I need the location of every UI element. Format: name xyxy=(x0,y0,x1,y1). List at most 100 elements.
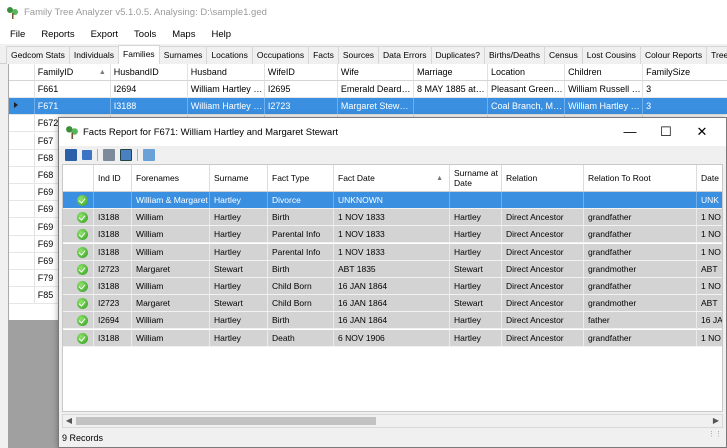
column-header-wifeid[interactable]: WifeID xyxy=(265,64,338,80)
tab-families[interactable]: Families xyxy=(118,45,160,64)
tab-surnames[interactable]: Surnames xyxy=(158,46,208,64)
table-cell xyxy=(502,192,584,208)
column-header-relation-to-root[interactable]: Relation To Root xyxy=(584,165,697,191)
menu-export[interactable]: Export xyxy=(91,29,118,40)
tab-treetops[interactable]: Treetops xyxy=(706,46,727,64)
table-cell: 1 NOV 1833 xyxy=(334,226,450,243)
close-button[interactable]: ✕ xyxy=(684,118,720,146)
table-cell: Parental Info xyxy=(268,226,334,243)
table-cell: William Hartley (b... xyxy=(565,98,644,115)
fact-row[interactable]: I2694 William Hartley Birth 16 JAN 1864 Hartl… xyxy=(63,312,722,330)
tab-duplicates[interactable]: Duplicates? xyxy=(430,46,485,64)
table-cell: grandfather xyxy=(584,243,697,260)
table-row[interactable]: F661 I2694 William Hartley (b... I2695 Emera… xyxy=(9,81,727,98)
tab-occupations[interactable]: Occupations xyxy=(251,46,310,64)
table-row[interactable]: F671 I3188 William Hartley (b... I2723 Marga… xyxy=(9,98,727,116)
tab-census[interactable]: Census xyxy=(543,46,583,64)
table-cell: Hartley xyxy=(450,312,502,329)
row-header[interactable] xyxy=(9,115,35,132)
table-cell: Pleasant Green, ... xyxy=(488,81,566,97)
table-cell xyxy=(414,98,489,115)
fact-row[interactable]: I3188 William Hartley Birth 1 NOV 1833 Hartle… xyxy=(63,209,722,227)
save-excel-icon[interactable] xyxy=(82,150,92,160)
column-header-date[interactable]: Date xyxy=(697,165,722,191)
column-header-ind-id[interactable]: Ind ID xyxy=(94,165,132,191)
fact-row[interactable]: William & Margaret Hartley Divorce UNKNOWN U… xyxy=(63,192,722,209)
column-header-husbandid[interactable]: HusbandID xyxy=(111,64,188,80)
column-header-wife[interactable]: Wife xyxy=(338,64,414,80)
fact-row[interactable]: I3188 William Hartley Child Born 16 JAN 1864… xyxy=(63,278,722,295)
column-header-location[interactable]: Location xyxy=(488,64,566,80)
fact-row[interactable]: I2723 Margaret Stewart Birth ABT 1835 Stewart… xyxy=(63,260,722,278)
column-header-status[interactable] xyxy=(63,165,94,191)
check-icon xyxy=(77,195,88,206)
table-cell: Hartley xyxy=(210,329,268,346)
tab-births-deaths[interactable]: Births/Deaths xyxy=(483,46,545,64)
tab-lost-cousins[interactable]: Lost Cousins xyxy=(581,46,641,64)
fact-row[interactable]: I3188 William Hartley Parental Info 1 NOV 18… xyxy=(63,226,722,244)
column-header-familysize[interactable]: FamilySize xyxy=(643,64,727,80)
column-header-children[interactable]: Children xyxy=(565,64,644,80)
tab-data-errors[interactable]: Data Errors xyxy=(378,46,432,64)
maximize-button[interactable]: ☐ xyxy=(648,118,684,146)
row-header[interactable] xyxy=(9,235,35,252)
table-cell: William xyxy=(132,329,210,346)
table-cell: Stewart xyxy=(210,260,268,277)
resize-grip-icon[interactable]: ⋮⋮ xyxy=(708,426,722,444)
menu-maps[interactable]: Maps xyxy=(172,29,195,40)
row-header[interactable] xyxy=(9,149,35,166)
tab-locations[interactable]: Locations xyxy=(206,46,253,64)
menu-tools[interactable]: Tools xyxy=(134,29,156,40)
row-header[interactable] xyxy=(9,218,35,235)
print-preview-icon[interactable] xyxy=(120,149,132,161)
menu-reports[interactable]: Reports xyxy=(41,29,74,40)
row-header[interactable] xyxy=(9,81,35,97)
column-header-relation[interactable]: Relation xyxy=(502,165,584,191)
row-header[interactable] xyxy=(9,270,35,287)
scroll-thumb[interactable] xyxy=(76,417,376,425)
table-cell: William xyxy=(132,312,210,329)
table-cell: 1 NOV 1833 xyxy=(334,243,450,260)
row-header[interactable] xyxy=(9,287,35,304)
column-header-surname-at-date[interactable]: Surname at Date xyxy=(450,165,502,191)
table-cell: Birth xyxy=(268,312,334,329)
tab-gedcom-stats[interactable]: Gedcom Stats xyxy=(6,46,70,64)
column-header-forenames[interactable]: Forenames xyxy=(132,165,210,191)
refresh-icon[interactable] xyxy=(143,149,155,161)
status-cell xyxy=(63,226,94,243)
row-header[interactable] xyxy=(9,201,35,218)
scroll-left-icon[interactable]: ◀ xyxy=(63,415,75,427)
table-cell: 16 JA xyxy=(697,312,722,328)
row-header[interactable] xyxy=(9,253,35,269)
tab-sources[interactable]: Sources xyxy=(337,46,380,64)
row-header[interactable] xyxy=(9,132,35,149)
sort-ascending-icon: ▲ xyxy=(436,175,443,182)
facts-grid[interactable]: Ind ID Forenames Surname Fact Type Fact Date… xyxy=(62,164,723,412)
check-icon xyxy=(77,298,88,310)
column-header-fact-date[interactable]: Fact Date ▲ xyxy=(334,165,450,191)
table-cell: I2695 xyxy=(265,81,338,97)
table-cell: 16 JAN 1864 xyxy=(334,295,450,312)
save-icon[interactable] xyxy=(65,149,77,161)
column-header-husband[interactable]: Husband xyxy=(188,64,265,80)
print-icon[interactable] xyxy=(103,149,115,161)
tab-facts[interactable]: Facts xyxy=(308,46,339,64)
column-header-fact-type[interactable]: Fact Type xyxy=(268,165,334,191)
fact-row[interactable]: I3188 William Hartley Parental Info 1 NOV 18… xyxy=(63,243,722,261)
column-header-familyid[interactable]: FamilyID ▲ xyxy=(35,64,111,80)
tab-colour-reports[interactable]: Colour Reports xyxy=(639,46,708,64)
row-header[interactable] xyxy=(9,184,35,201)
tab-individuals[interactable]: Individuals xyxy=(68,46,120,64)
fact-row[interactable]: I2723 Margaret Stewart Child Born 16 JAN 186… xyxy=(63,295,722,313)
row-header[interactable] xyxy=(9,167,35,183)
menu-help[interactable]: Help xyxy=(211,29,231,40)
fact-row[interactable]: I3188 William Hartley Death 6 NOV 1906 Hartle… xyxy=(63,329,722,347)
table-cell: 1 NO xyxy=(697,209,722,225)
column-header-surname[interactable]: Surname xyxy=(210,165,268,191)
dialog-title: Facts Report for F671: William Hartley a… xyxy=(83,126,339,138)
minimize-button[interactable]: — xyxy=(612,118,648,146)
column-header-marriage[interactable]: Marriage xyxy=(414,64,489,80)
table-cell: Death xyxy=(268,329,334,346)
menu-file[interactable]: File xyxy=(10,29,25,40)
horizontal-scrollbar[interactable]: ◀ ▶ xyxy=(62,414,723,428)
